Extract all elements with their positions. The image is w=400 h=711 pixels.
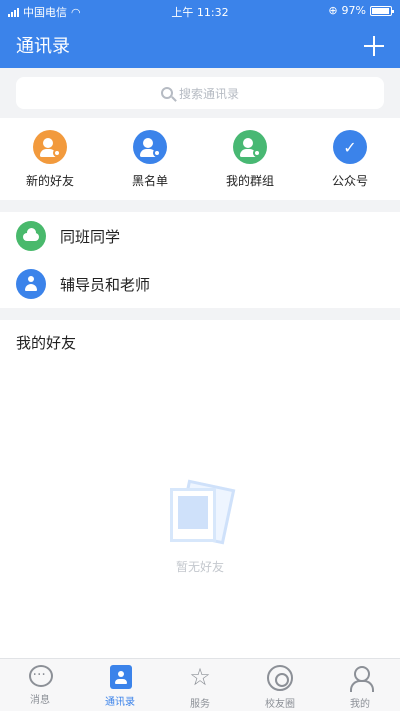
- tab-alumni-circle[interactable]: 校友圈: [240, 659, 320, 711]
- empty-text: 暂无好友: [175, 560, 224, 574]
- status-bar: 中国电信 ◠ 上午 11:32 ⊕ 97%: [0, 0, 400, 22]
- quick-action-label: 我的群组: [225, 174, 274, 188]
- add-icon[interactable]: [364, 36, 384, 56]
- teachers-icon: [16, 269, 46, 299]
- group-item-label: 同班同学: [60, 227, 121, 246]
- tab-label: 校友圈: [265, 699, 295, 710]
- top-bar: 中国电信 ◠ 上午 11:32 ⊕ 97% 通讯录: [0, 0, 400, 68]
- tab-messages[interactable]: 消息: [0, 659, 80, 711]
- friends-section: 我的好友 暂无好友: [0, 320, 400, 658]
- message-icon: [28, 665, 53, 687]
- classmates-icon: [16, 221, 46, 251]
- page-title: 通讯录: [16, 36, 70, 57]
- friends-title: 我的好友: [16, 334, 77, 352]
- group-list: 同班同学 辅导员和老师: [0, 212, 400, 308]
- blacklist-icon: [133, 130, 167, 164]
- battery-icon: [370, 5, 394, 16]
- new-friend-icon: [33, 130, 67, 164]
- quick-actions: 新的好友 黑名单 我的群组 ✓ 公众号: [0, 118, 400, 200]
- quick-action-label: 黑名单: [131, 174, 168, 188]
- search-area: 搜索通讯录: [0, 68, 400, 118]
- tab-contacts[interactable]: 通讯录: [80, 659, 160, 711]
- group-item-label: 辅导员和老师: [60, 275, 151, 294]
- quick-action-new-friend[interactable]: 新的好友: [0, 118, 100, 200]
- empty-state: 暂无好友: [0, 479, 400, 575]
- contacts-icon: [110, 665, 132, 689]
- tab-service[interactable]: ☆ 服务: [160, 659, 240, 711]
- battery-percent: 97%: [341, 4, 366, 17]
- search-placeholder: 搜索通讯录: [178, 86, 239, 101]
- quick-action-label: 公众号: [331, 174, 368, 188]
- my-group-icon: [233, 130, 267, 164]
- quick-action-blacklist[interactable]: 黑名单: [100, 118, 200, 200]
- quick-action-label: 新的好友: [25, 174, 74, 188]
- official-account-icon: ✓: [333, 130, 367, 164]
- tab-label: 消息: [30, 695, 50, 706]
- search-input[interactable]: 搜索通讯录: [16, 77, 384, 109]
- tab-label: 服务: [190, 699, 210, 710]
- empty-photo-icon: [164, 479, 236, 546]
- quick-action-official-account[interactable]: ✓ 公众号: [300, 118, 400, 200]
- service-icon: ☆: [189, 663, 211, 691]
- tab-label: 我的: [350, 699, 370, 710]
- quick-action-my-group[interactable]: 我的群组: [200, 118, 300, 200]
- location-icon: ⊕: [328, 4, 338, 17]
- tab-profile[interactable]: 我的: [320, 659, 400, 711]
- profile-icon: [347, 665, 374, 692]
- group-item-classmates[interactable]: 同班同学: [0, 212, 400, 260]
- tab-label: 通讯录: [105, 697, 135, 708]
- search-icon: [160, 87, 173, 99]
- group-item-teachers[interactable]: 辅导员和老师: [0, 260, 400, 308]
- alumni-circle-icon: [267, 665, 293, 691]
- tab-bar: 消息 通讯录 ☆ 服务 校友圈 我的: [0, 658, 400, 711]
